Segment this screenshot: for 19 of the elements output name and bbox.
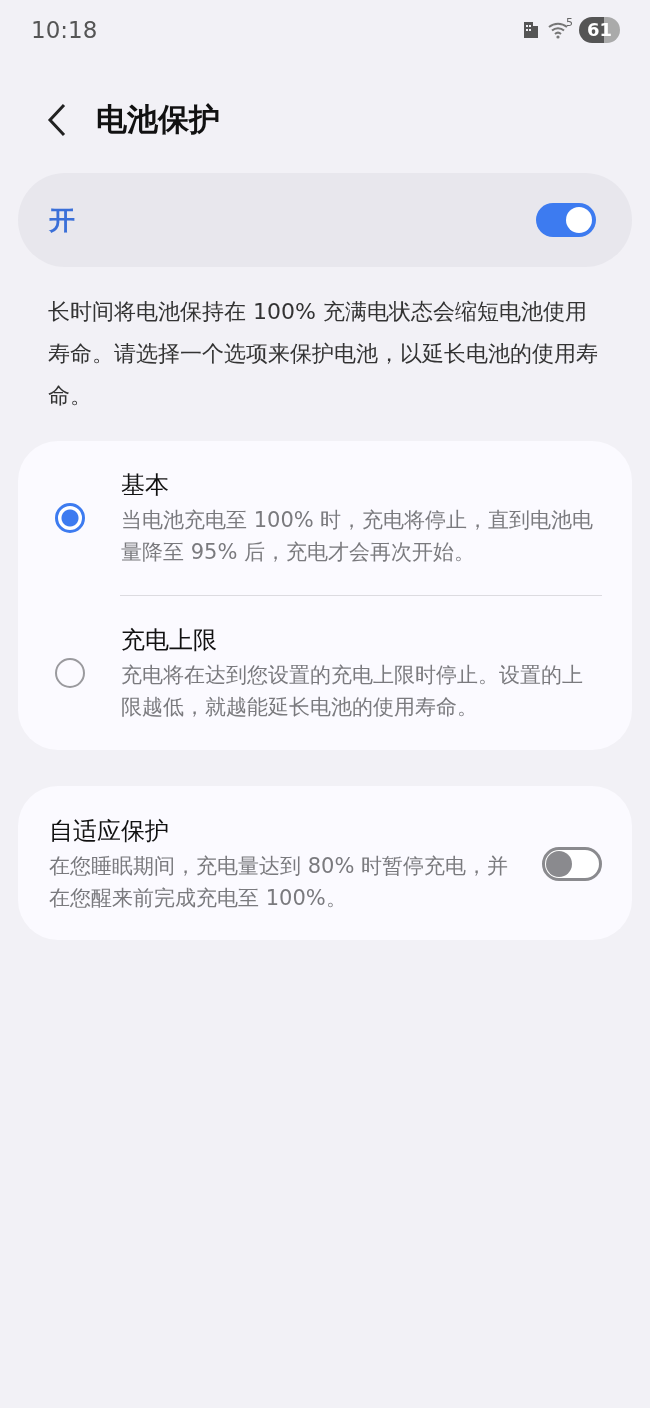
setting-title: 自适应保护 (49, 816, 170, 847)
page-title: 电池保护 (96, 100, 220, 139)
toggle-switch[interactable] (536, 203, 596, 237)
clock: 10:18 (31, 17, 99, 43)
master-switch-bar[interactable]: 开 (18, 173, 632, 267)
radio-button[interactable] (55, 658, 85, 688)
battery-level: 61 (578, 17, 620, 43)
back-icon[interactable] (46, 103, 68, 137)
wifi-band-label: 5 (565, 16, 573, 29)
option-description: 充电将在达到您设置的充电上限时停止。设置的上限越低，就越能延长电池的使用寿命。 (121, 662, 584, 721)
option-title: 基本 (121, 470, 170, 501)
description: 长时间将电池保持在 100% 充满电状态会缩短电池使用寿命。请选择一个选项来保护电池，以延长电池的使用寿命。 (48, 298, 599, 410)
option-title: 充电上限 (121, 625, 218, 656)
building-icon (522, 21, 539, 39)
setting-description: 在您睡眠期间，充电量达到 80% 时暂停充电，并在您醒来前完成充电至 100%。 (49, 853, 510, 912)
radio-button[interactable] (55, 503, 85, 533)
option-description: 当电池充电至 100% 时，充电将停止，直到电池电量降至 95% 后，充电才会再次开始。 (121, 507, 595, 566)
toggle-switch[interactable] (542, 847, 602, 881)
switch-label: 开 (49, 203, 75, 237)
